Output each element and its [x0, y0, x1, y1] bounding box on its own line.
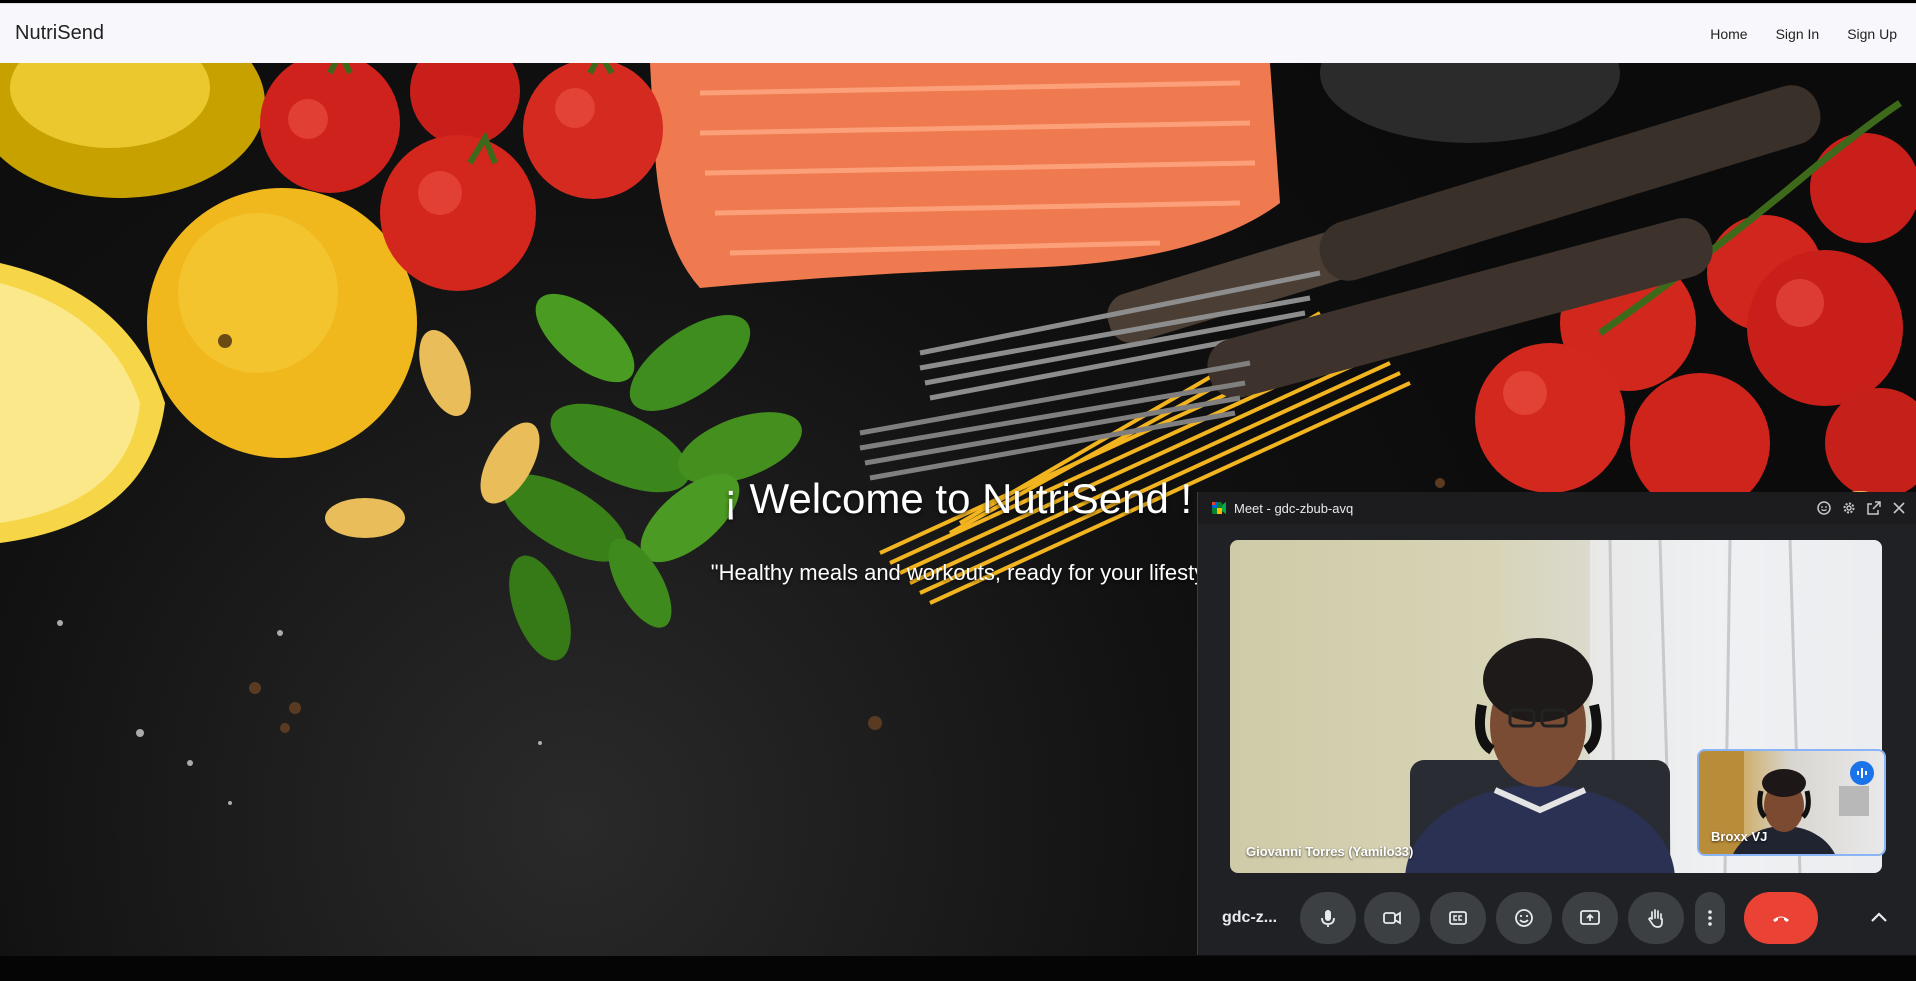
meeting-code[interactable]: gdc-z... [1222, 909, 1277, 927]
brand-logo-text[interactable]: NutriSend [15, 22, 104, 45]
page: NutriSend Home Sign In Sign Up ¡ Welcome… [0, 0, 1916, 981]
meet-pip-window: Meet - gdc-zbub-avq Giovanni Torres (Yam… [1197, 492, 1916, 955]
speaking-indicator-icon [1850, 761, 1874, 785]
more-vert-icon [1708, 910, 1712, 926]
microphone-icon [1321, 910, 1335, 927]
leave-call-button[interactable] [1744, 892, 1818, 944]
nav-home-link[interactable]: Home [1710, 26, 1747, 42]
meet-window-title: Meet - gdc-zbub-avq [1234, 500, 1354, 516]
present-screen-icon [1580, 910, 1600, 925]
nav-sign-in-link[interactable]: Sign In [1776, 26, 1820, 42]
chevron-up-icon[interactable] [1867, 906, 1891, 930]
self-view-tile[interactable]: Broxx VJ [1697, 749, 1886, 856]
top-navbar: NutriSend Home Sign In Sign Up [0, 3, 1916, 63]
camera-icon [1383, 911, 1401, 925]
bottom-strip [0, 956, 1916, 981]
captions-button[interactable] [1430, 892, 1486, 944]
meet-title-actions [1816, 500, 1907, 516]
emoji-icon[interactable] [1816, 500, 1832, 516]
settings-icon[interactable] [1841, 500, 1857, 516]
reactions-icon [1515, 909, 1533, 927]
self-view-name: Broxx VJ [1711, 829, 1768, 844]
reactions-button[interactable] [1496, 892, 1552, 944]
nav-links: Home Sign In Sign Up [1710, 26, 1897, 42]
close-icon[interactable] [1891, 500, 1907, 516]
nav-sign-up-link[interactable]: Sign Up [1847, 26, 1897, 42]
google-meet-logo-icon [1212, 502, 1226, 514]
raise-hand-icon [1648, 909, 1663, 928]
present-screen-button[interactable] [1562, 892, 1618, 944]
meet-title-bar[interactable]: Meet - gdc-zbub-avq [1198, 492, 1916, 524]
raise-hand-button[interactable] [1628, 892, 1684, 944]
pop-out-icon[interactable] [1866, 500, 1882, 516]
meet-controls-bar: gdc-z... [1198, 892, 1916, 946]
captions-icon [1449, 911, 1467, 925]
microphone-button[interactable] [1300, 892, 1356, 944]
more-options-button[interactable] [1695, 892, 1725, 944]
main-participant-name: Giovanni Torres (Yamilo33) [1246, 844, 1414, 859]
camera-button[interactable] [1364, 892, 1420, 944]
hang-up-icon [1773, 916, 1789, 922]
